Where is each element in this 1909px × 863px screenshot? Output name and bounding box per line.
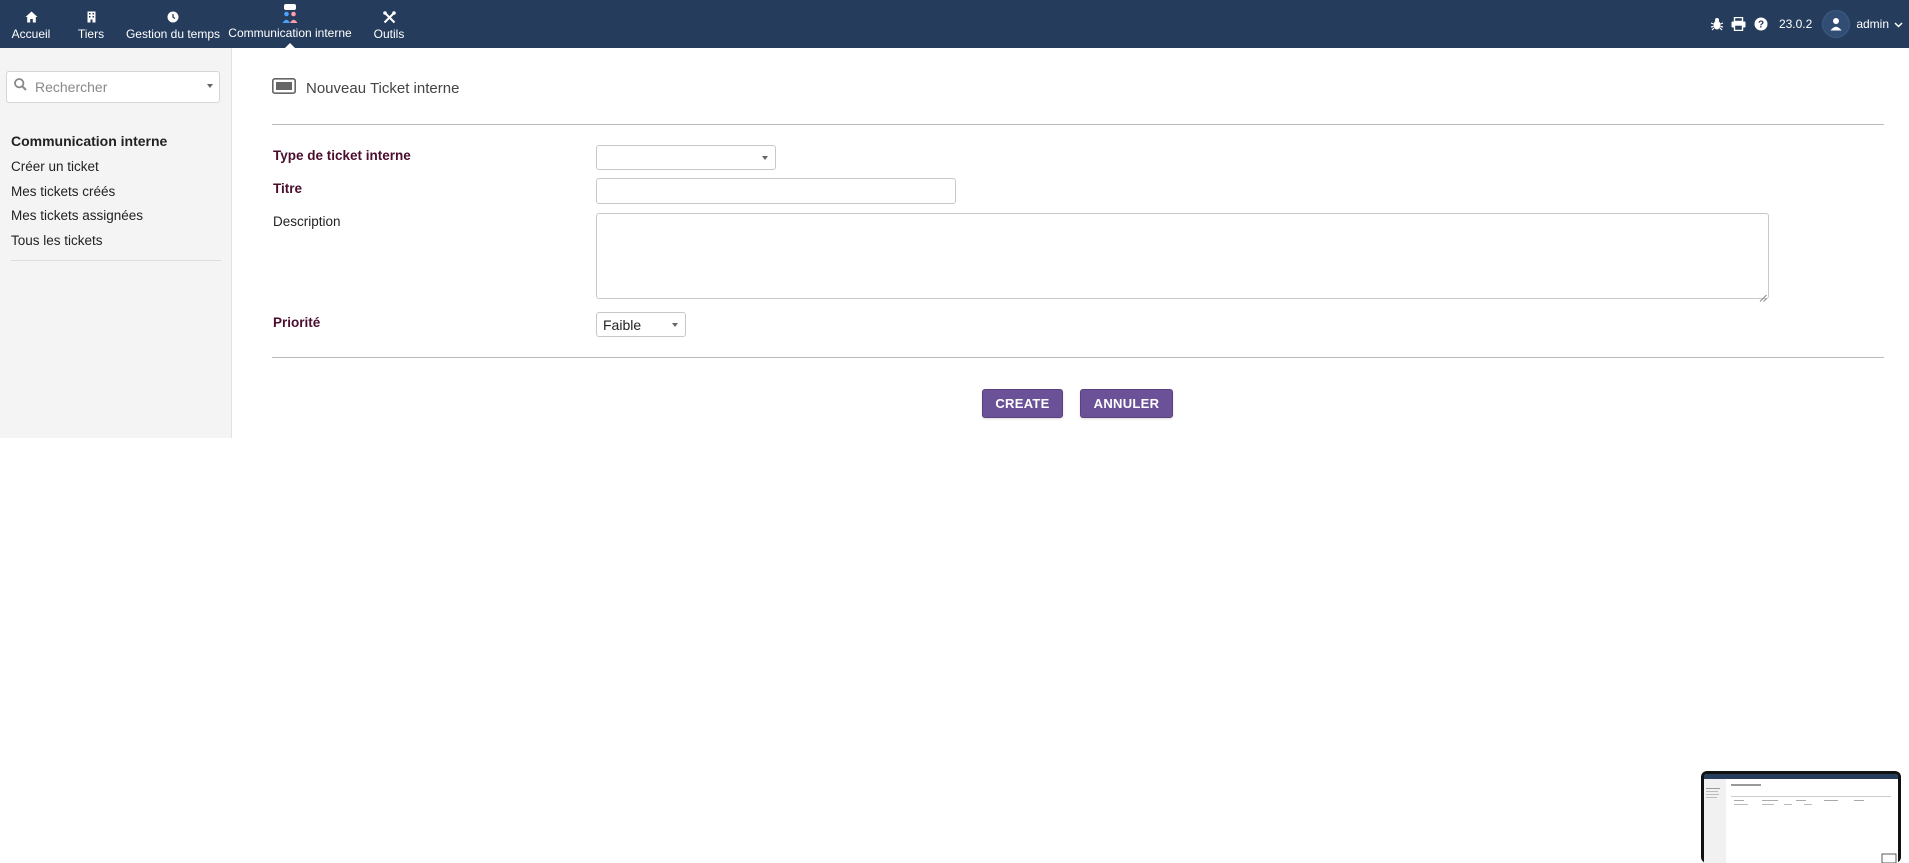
page-title: Nouveau Ticket interne: [306, 80, 460, 97]
print-icon[interactable]: [1729, 14, 1749, 34]
svg-text:?: ?: [1758, 20, 1764, 31]
description-textarea[interactable]: [596, 213, 1769, 299]
search-input[interactable]: [35, 79, 195, 95]
building-icon: [87, 9, 96, 25]
menu-item-gestion-du-temps[interactable]: Gestion du temps: [120, 0, 226, 48]
priorite-select[interactable]: Faible: [596, 312, 686, 337]
menu-label: Tiers: [77, 27, 105, 41]
sidebar-item-creer-un-ticket[interactable]: Créer un ticket: [11, 155, 221, 180]
left-sidebar: Communication interne Créer un ticket Me…: [0, 48, 232, 438]
titre-input[interactable]: [596, 178, 956, 204]
username: admin: [1856, 17, 1889, 31]
ticket-users-icon: [280, 4, 300, 24]
cancel-button[interactable]: ANNULER: [1080, 389, 1173, 418]
sidebar-item-mes-tickets-crees[interactable]: Mes tickets créés: [11, 180, 221, 205]
priorite-label: Priorité: [273, 315, 321, 330]
create-button[interactable]: CREATE: [982, 389, 1063, 418]
ticket-icon: [272, 78, 296, 99]
help-icon[interactable]: ?: [1751, 14, 1771, 34]
home-icon: [25, 9, 38, 25]
sidebar-divider: [11, 260, 221, 261]
type-ticket-label: Type de ticket interne: [273, 148, 411, 163]
priorite-value: Faible: [603, 316, 642, 333]
menu-item-tiers[interactable]: Tiers: [62, 0, 120, 48]
menu-label: Communication interne: [228, 26, 352, 40]
bug-icon[interactable]: [1707, 14, 1727, 34]
version-label: 23.0.2: [1778, 17, 1813, 31]
menu-item-communication-interne[interactable]: Communication interne: [226, 0, 354, 48]
chevron-down-icon: [762, 155, 768, 160]
top-right-tools: ? 23.0.2 admin: [1707, 0, 1909, 48]
sidebar-item-mes-tickets-assignees[interactable]: Mes tickets assignées: [11, 204, 221, 229]
tools-icon: [382, 9, 396, 25]
avatar: [1822, 10, 1851, 38]
preview-screen: [1704, 774, 1898, 863]
sidebar-item-tous-les-tickets[interactable]: Tous les tickets: [11, 229, 221, 254]
titre-label: Titre: [273, 181, 303, 196]
search-dropdown-caret[interactable]: [207, 84, 213, 88]
description-label: Description: [273, 214, 341, 229]
user-menu[interactable]: admin: [1822, 0, 1909, 48]
type-ticket-select[interactable]: [596, 145, 776, 170]
menu-label: Outils: [373, 27, 405, 41]
menu-item-accueil[interactable]: Accueil: [0, 0, 62, 48]
menu-label: Accueil: [11, 27, 51, 41]
top-navbar: Accueil Tiers Gestion du temps Communica…: [0, 0, 1909, 48]
menu-item-outils[interactable]: Outils: [354, 0, 424, 48]
sidebar-section-title[interactable]: Communication interne: [11, 130, 221, 152]
side-navigation: Communication interne Créer un ticket Me…: [11, 130, 221, 261]
resize-handle-icon[interactable]: [1759, 289, 1767, 302]
clock-icon: [167, 9, 179, 25]
search-box[interactable]: [6, 71, 220, 103]
chevron-down-icon: [672, 322, 678, 327]
main-menu: Accueil Tiers Gestion du temps Communica…: [0, 0, 424, 48]
chevron-down-icon: [1894, 15, 1903, 33]
menu-label: Gestion du temps: [125, 27, 221, 41]
page-header: Nouveau Ticket interne: [272, 78, 459, 99]
preview-image: [1704, 774, 1898, 863]
search-icon: [14, 78, 27, 96]
screenshot-preview-thumbnail[interactable]: [1701, 771, 1901, 863]
form-divider: [272, 357, 1884, 358]
header-divider: [272, 124, 1884, 125]
